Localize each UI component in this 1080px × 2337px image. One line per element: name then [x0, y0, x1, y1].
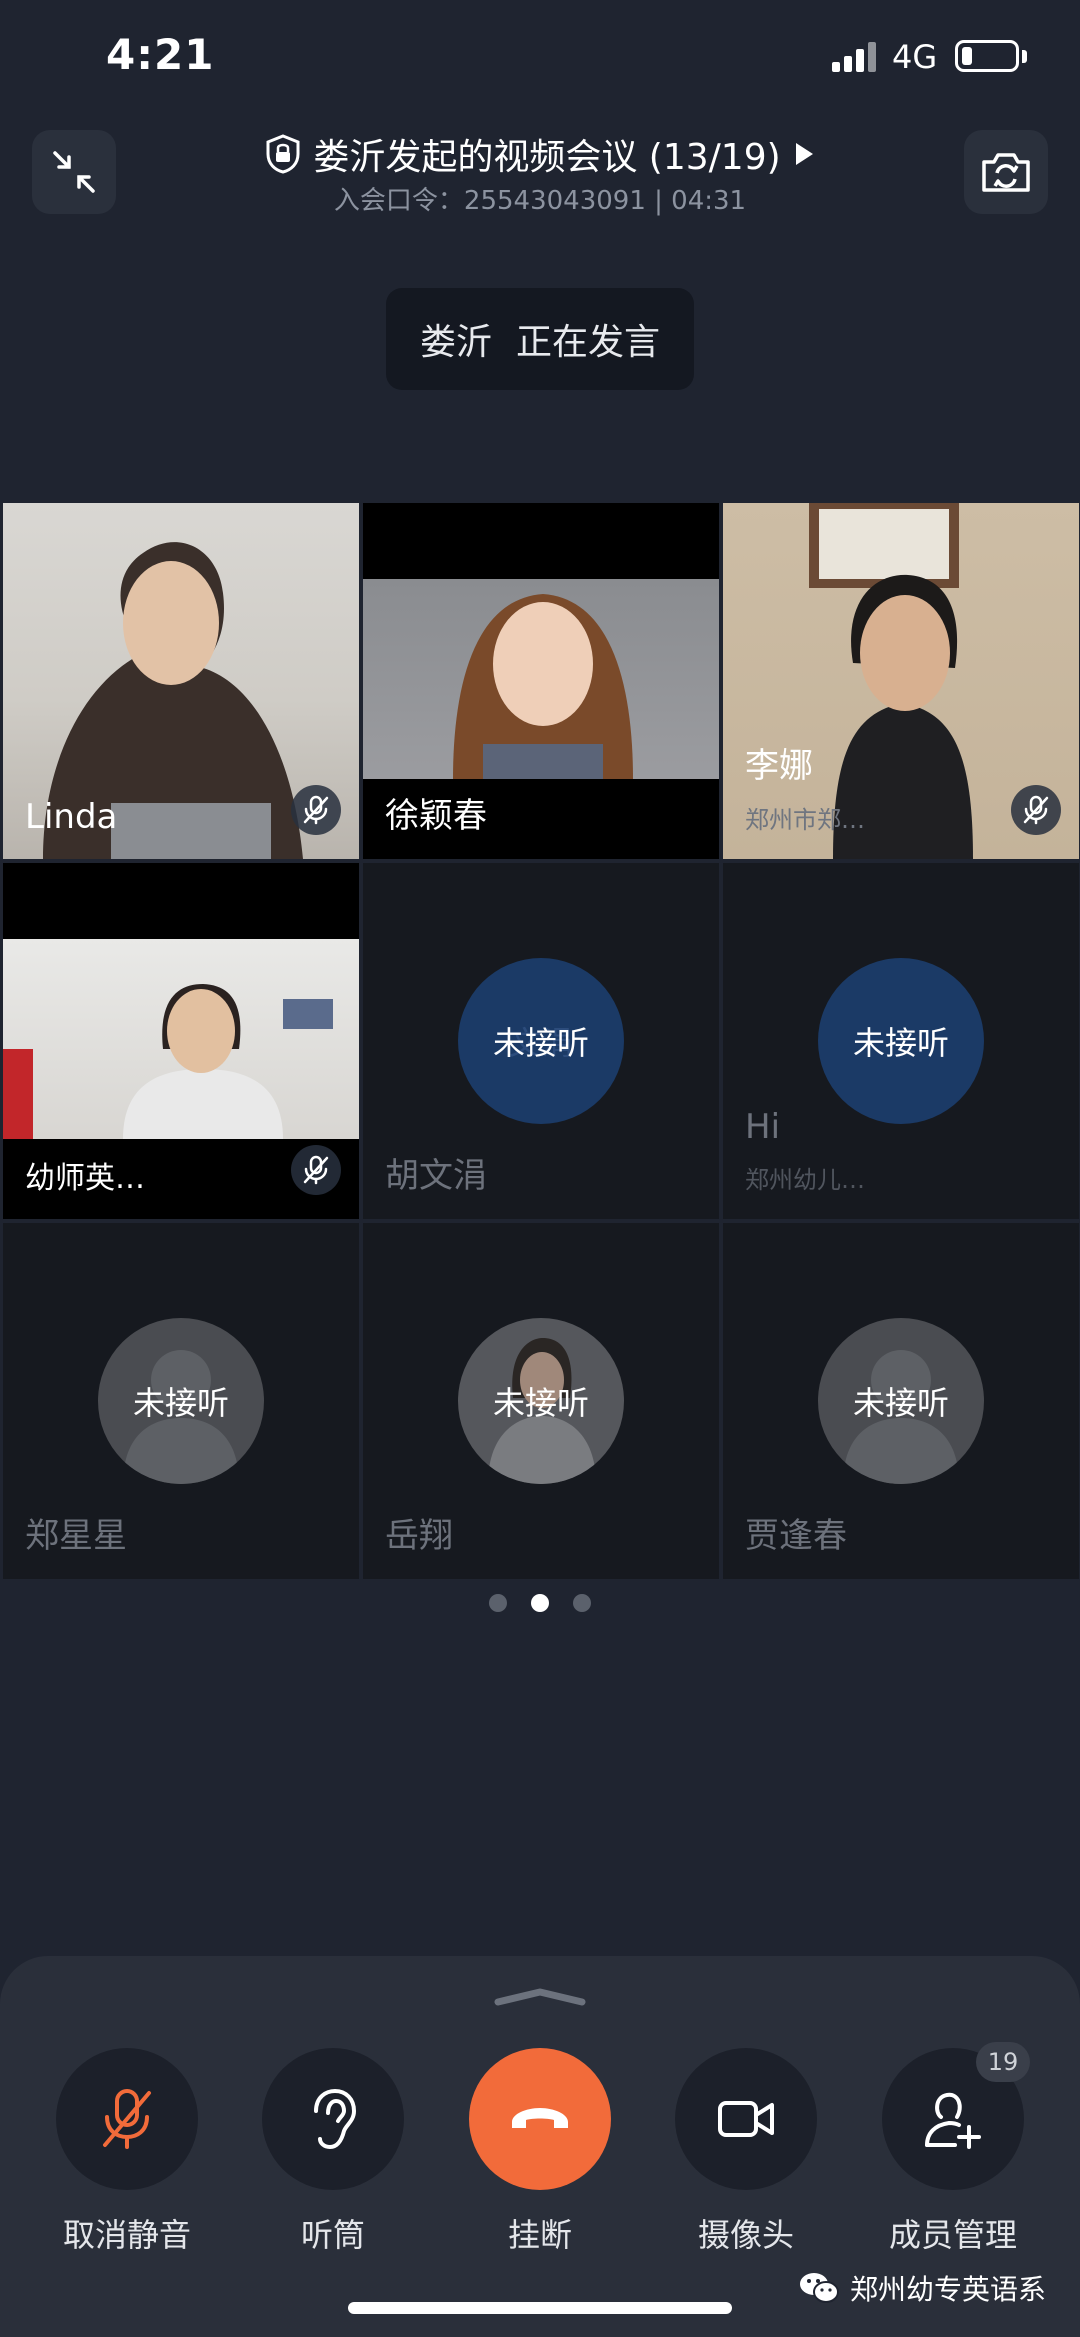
shield-lock-icon — [266, 134, 300, 174]
page-dot[interactable] — [489, 1594, 507, 1612]
participant-name: 幼师英… — [25, 1161, 145, 1196]
mic-off-icon — [103, 2089, 151, 2149]
meeting-title-row[interactable]: 娄沂发起的视频会议 (13/19) — [0, 128, 1080, 180]
participant-org: 郑州市郑… — [745, 806, 865, 834]
meeting-code: 入会口令：25543043091 | 04:31 — [333, 186, 747, 216]
mic-muted-icon — [291, 785, 341, 835]
phone-hangup-icon — [512, 2108, 568, 2128]
active-speaker-toast: 娄沂 正在发言 — [386, 288, 694, 390]
participant-tile[interactable]: 幼师英… — [3, 863, 359, 1219]
participant-name: 李娜 — [745, 746, 813, 786]
members-circle[interactable]: 19 — [882, 2042, 1030, 2190]
hangup-circle[interactable] — [469, 2048, 611, 2190]
participant-grid: Linda 徐颖春 李娜 郑州市郑… 幼师英… 文涓 未接听 胡文涓 未接听 H… — [0, 500, 1080, 1579]
battery-tip — [1022, 50, 1027, 63]
meeting-title: 娄沂发起的视频会议 (13/19) — [313, 137, 781, 178]
call-state: 未接听 — [492, 1384, 589, 1422]
mic-muted-icon — [1011, 785, 1061, 835]
camera-label: 摄像头 — [697, 2216, 794, 2254]
unmute-circle[interactable] — [56, 2048, 198, 2190]
hangup-label: 挂断 — [507, 2216, 572, 2254]
participant-name: Linda — [25, 797, 118, 837]
call-state: 未接听 — [852, 1384, 949, 1422]
participant-name: 岳翔 — [385, 1516, 453, 1556]
participant-name: 徐颖春 — [385, 796, 487, 836]
unmute-button[interactable]: 取消静音 — [42, 2048, 212, 2256]
participant-name: 郑星星 — [25, 1516, 127, 1556]
page-dot[interactable] — [573, 1594, 591, 1612]
participant-name: 胡文涓 — [385, 1156, 487, 1196]
ear-icon — [314, 2088, 357, 2150]
participant-tile[interactable]: 未接听 Hi 郑州幼儿… — [723, 863, 1079, 1219]
person-silhouette — [453, 594, 633, 779]
page-indicator[interactable] — [0, 1594, 1080, 1612]
video-feed — [3, 939, 359, 1139]
avatar: 未接听 — [98, 1318, 264, 1484]
camera-button[interactable]: 摄像头 — [661, 2048, 831, 2256]
avatar: 未接听 — [818, 1318, 984, 1484]
members-label: 成员管理 — [888, 2216, 1017, 2254]
hangup-button[interactable]: 挂断 — [455, 2048, 625, 2256]
network-label: 4G — [892, 38, 938, 76]
members-button[interactable]: 19 成员管理 — [868, 2042, 1038, 2256]
signal-icon — [832, 42, 876, 72]
participant-tile[interactable]: 文涓 未接听 胡文涓 — [363, 863, 719, 1219]
avatar: 未接听 — [458, 1318, 624, 1484]
earpiece-label: 听筒 — [300, 2216, 365, 2254]
battery-icon — [955, 40, 1019, 72]
add-member-icon — [925, 2092, 981, 2149]
call-state: 未接听 — [132, 1384, 229, 1422]
participant-tile[interactable]: Linda — [3, 503, 359, 859]
switch-camera-icon — [982, 153, 1030, 192]
participant-tile[interactable]: 李娜 郑州市郑… — [723, 503, 1079, 859]
page-dot[interactable] — [531, 1594, 549, 1612]
call-state: 未接听 — [492, 1024, 589, 1062]
mic-muted-icon — [291, 1145, 341, 1195]
speaker-status: 正在发言 — [516, 322, 661, 363]
status-bar: 4:21 4G — [0, 0, 1080, 120]
participant-name: Hi — [745, 1107, 781, 1147]
avatar: 文涓 未接听 — [458, 958, 624, 1124]
expand-handle-icon[interactable] — [490, 1986, 590, 2006]
home-indicator[interactable] — [348, 2302, 732, 2314]
avatar: 未接听 — [818, 958, 984, 1124]
participant-tile[interactable]: 徐颖春 — [363, 503, 719, 859]
status-time: 4:21 — [106, 30, 215, 79]
unmute-label: 取消静音 — [62, 2216, 191, 2254]
play-arrow-icon — [795, 143, 813, 165]
participant-org: 郑州幼儿… — [745, 1166, 865, 1194]
participant-name: 贾逢春 — [745, 1516, 847, 1556]
person-silhouette — [3, 984, 333, 1139]
wechat-watermark: 郑州幼专英语系 — [798, 2268, 1046, 2308]
speaker-name: 娄沂 — [419, 322, 492, 363]
earpiece-button[interactable]: 听筒 — [248, 2048, 418, 2256]
switch-camera-button[interactable] — [964, 130, 1048, 214]
participant-tile[interactable]: 未接听 郑星星 — [3, 1223, 359, 1579]
member-count-badge: 19 — [976, 2042, 1030, 2082]
video-camera-icon — [718, 2101, 774, 2137]
participant-tile[interactable]: 未接听 贾逢春 — [723, 1223, 1079, 1579]
earpiece-circle[interactable] — [262, 2048, 404, 2190]
watermark-text: 郑州幼专英语系 — [849, 2273, 1046, 2306]
call-state: 未接听 — [852, 1024, 949, 1062]
participant-tile[interactable]: 未接听 岳翔 — [363, 1223, 719, 1579]
camera-circle[interactable] — [675, 2048, 817, 2190]
wechat-icon — [799, 2273, 839, 2303]
video-feed — [363, 579, 719, 779]
